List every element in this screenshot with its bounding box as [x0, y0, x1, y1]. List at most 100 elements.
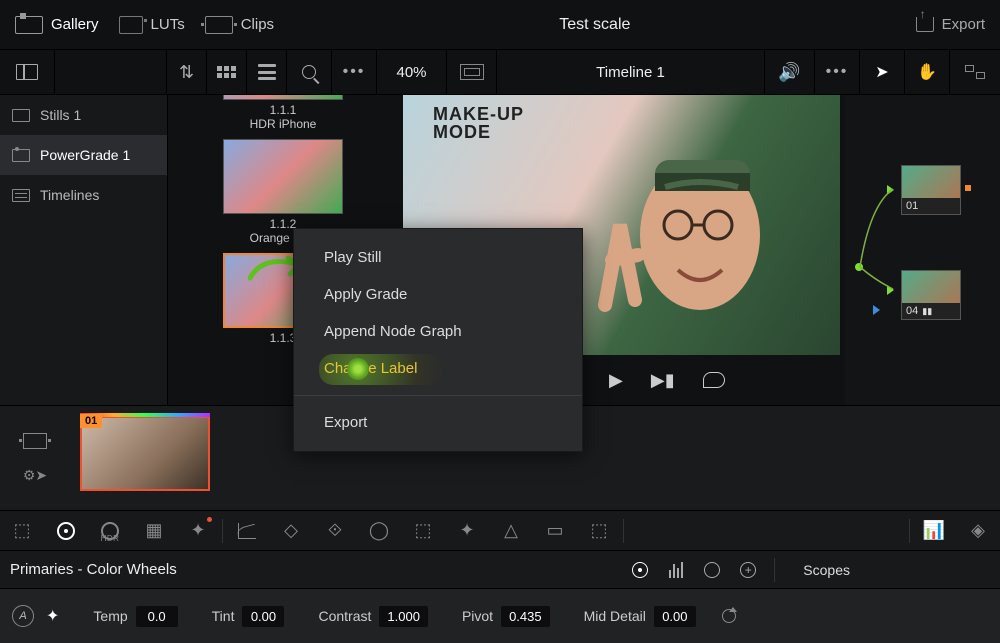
- param-tint[interactable]: Tint 0.00: [212, 606, 285, 627]
- param-pivot[interactable]: Pivot 0.435: [462, 606, 550, 627]
- ctx-apply-grade[interactable]: Apply Grade: [294, 276, 582, 313]
- sort-button[interactable]: ⇅: [167, 50, 207, 94]
- node-04[interactable]: 04▮▮: [901, 270, 961, 320]
- search-icon: [302, 65, 316, 79]
- key-button[interactable]: ▭: [533, 511, 577, 550]
- node-graph[interactable]: 01 04▮▮: [845, 95, 1000, 405]
- log-mode-button[interactable]: [694, 562, 730, 578]
- color-warper-button[interactable]: ◇: [269, 511, 313, 550]
- ctx-change-label[interactable]: Change Label: [294, 350, 582, 387]
- ctx-play-still[interactable]: Play Still: [294, 239, 582, 276]
- loop-button[interactable]: [703, 372, 725, 388]
- wheels-mode-button[interactable]: [622, 562, 658, 578]
- panel-toggle-button[interactable]: [0, 50, 55, 94]
- param-label: Temp: [93, 608, 127, 624]
- motion-effects-button[interactable]: ✦: [176, 511, 220, 550]
- sizing-button[interactable]: ⬚: [577, 511, 621, 550]
- param-label: Pivot: [462, 608, 493, 624]
- sidebar-item-label: Stills 1: [40, 107, 81, 123]
- list-view-button[interactable]: [247, 50, 287, 94]
- color-wheels-button[interactable]: [44, 511, 88, 550]
- curves-icon: [238, 523, 256, 539]
- timeline-name[interactable]: Timeline 1: [497, 50, 765, 94]
- param-label: Tint: [212, 608, 235, 624]
- project-title: Test scale: [274, 16, 916, 34]
- still-thumbnail: [223, 139, 343, 214]
- node-source-dot[interactable]: [855, 263, 863, 271]
- scopes-button[interactable]: 📊: [912, 511, 956, 550]
- curves-button[interactable]: [225, 511, 269, 550]
- add-mode-button[interactable]: +: [730, 562, 766, 578]
- node-layout-button[interactable]: [950, 50, 1000, 94]
- param-value[interactable]: 1.000: [379, 606, 428, 627]
- still-number: 1.1.1: [270, 103, 297, 117]
- param-value[interactable]: 0.0: [136, 606, 178, 627]
- node-bars-icon: ▮▮: [922, 306, 932, 317]
- pick-white-button[interactable]: ✦: [46, 606, 59, 626]
- param-mid-detail[interactable]: Mid Detail 0.00: [584, 606, 696, 627]
- tracker-button[interactable]: ⬚: [401, 511, 445, 550]
- bars-mode-button[interactable]: [658, 562, 694, 578]
- hdr-label: HDR: [101, 534, 120, 543]
- context-menu: Play Still Apply Grade Append Node Graph…: [293, 228, 583, 452]
- primaries-title: Primaries - Color Wheels: [10, 561, 622, 578]
- rgb-mixer-button[interactable]: ▦: [132, 511, 176, 550]
- sidebar-item-label: Timelines: [40, 187, 99, 203]
- search-button[interactable]: [287, 50, 332, 94]
- clip-settings-button[interactable]: ⚙➤: [23, 467, 47, 484]
- sidebar-item-powergrade-1[interactable]: PowerGrade 1: [0, 135, 167, 175]
- sidebar-item-stills-1[interactable]: Stills 1: [0, 95, 167, 135]
- info-palette-button[interactable]: ◈: [956, 511, 1000, 550]
- node-layout-icon: [965, 65, 985, 79]
- clip-info-button[interactable]: [23, 433, 47, 449]
- timelines-icon: [12, 189, 30, 202]
- param-value[interactable]: 0.00: [242, 606, 284, 627]
- reset-params-button[interactable]: [722, 609, 736, 623]
- scopes-title: Scopes: [803, 562, 850, 578]
- tab-gallery[interactable]: Gallery: [15, 16, 99, 34]
- viewer-options-button[interactable]: •••: [815, 50, 860, 94]
- viewer-zoom[interactable]: 40%: [377, 50, 447, 94]
- param-label: Mid Detail: [584, 608, 646, 624]
- param-contrast[interactable]: Contrast 1.000: [318, 606, 427, 627]
- hand-tool-button[interactable]: ✋: [905, 50, 950, 94]
- qualifier-button[interactable]: ⟐: [313, 511, 357, 550]
- sidebar-item-timelines[interactable]: Timelines: [0, 175, 167, 215]
- node-01[interactable]: 01: [901, 165, 961, 215]
- play-button[interactable]: ▶: [609, 370, 623, 391]
- node-input-tri: [887, 285, 894, 295]
- hand-icon: ✋: [917, 62, 937, 82]
- node-input-tri: [887, 185, 894, 195]
- tab-luts[interactable]: LUTs: [119, 16, 185, 34]
- ctx-append-node-graph[interactable]: Append Node Graph: [294, 313, 582, 350]
- param-temp[interactable]: Temp 0.0: [93, 606, 177, 627]
- grid-view-button[interactable]: [207, 50, 247, 94]
- param-value[interactable]: 0.00: [654, 606, 696, 627]
- gallery-options-button[interactable]: •••: [332, 50, 377, 94]
- powergrade-icon: [12, 149, 30, 162]
- ctx-export[interactable]: Export: [294, 404, 582, 441]
- gallery-sidebar: Stills 1 PowerGrade 1 Timelines: [0, 95, 168, 405]
- next-clip-button[interactable]: ▶▮: [651, 370, 675, 391]
- hdr-wheels-button[interactable]: HDR: [88, 511, 132, 550]
- export-button[interactable]: Export: [916, 16, 985, 33]
- node-thumbnail: [902, 271, 960, 303]
- tab-clips[interactable]: Clips: [205, 16, 274, 34]
- sidebar-item-label: PowerGrade 1: [40, 147, 130, 163]
- second-bar: ⇅ ••• 40% Timeline 1 🔊 ••• ➤ ✋: [0, 50, 1000, 95]
- window-button[interactable]: ◯: [357, 511, 401, 550]
- pointer-tool-button[interactable]: ➤: [860, 50, 905, 94]
- ctx-separator: [294, 395, 582, 396]
- timeline-clip-selected[interactable]: 01: [80, 416, 210, 491]
- node-label: 01: [906, 200, 918, 212]
- param-value[interactable]: 0.435: [501, 606, 550, 627]
- auto-balance-button[interactable]: A: [12, 605, 34, 627]
- blur-button[interactable]: △: [489, 511, 533, 550]
- tab-clips-label: Clips: [241, 16, 274, 33]
- camera-raw-button[interactable]: ⬚: [0, 511, 44, 550]
- magic-mask-button[interactable]: ✦: [445, 511, 489, 550]
- aspect-button[interactable]: [447, 50, 497, 94]
- wheel-icon: [57, 522, 75, 540]
- gallery-still[interactable]: 1.1.1 HDR iPhone: [176, 95, 390, 131]
- audio-mute-button[interactable]: 🔊: [765, 50, 815, 94]
